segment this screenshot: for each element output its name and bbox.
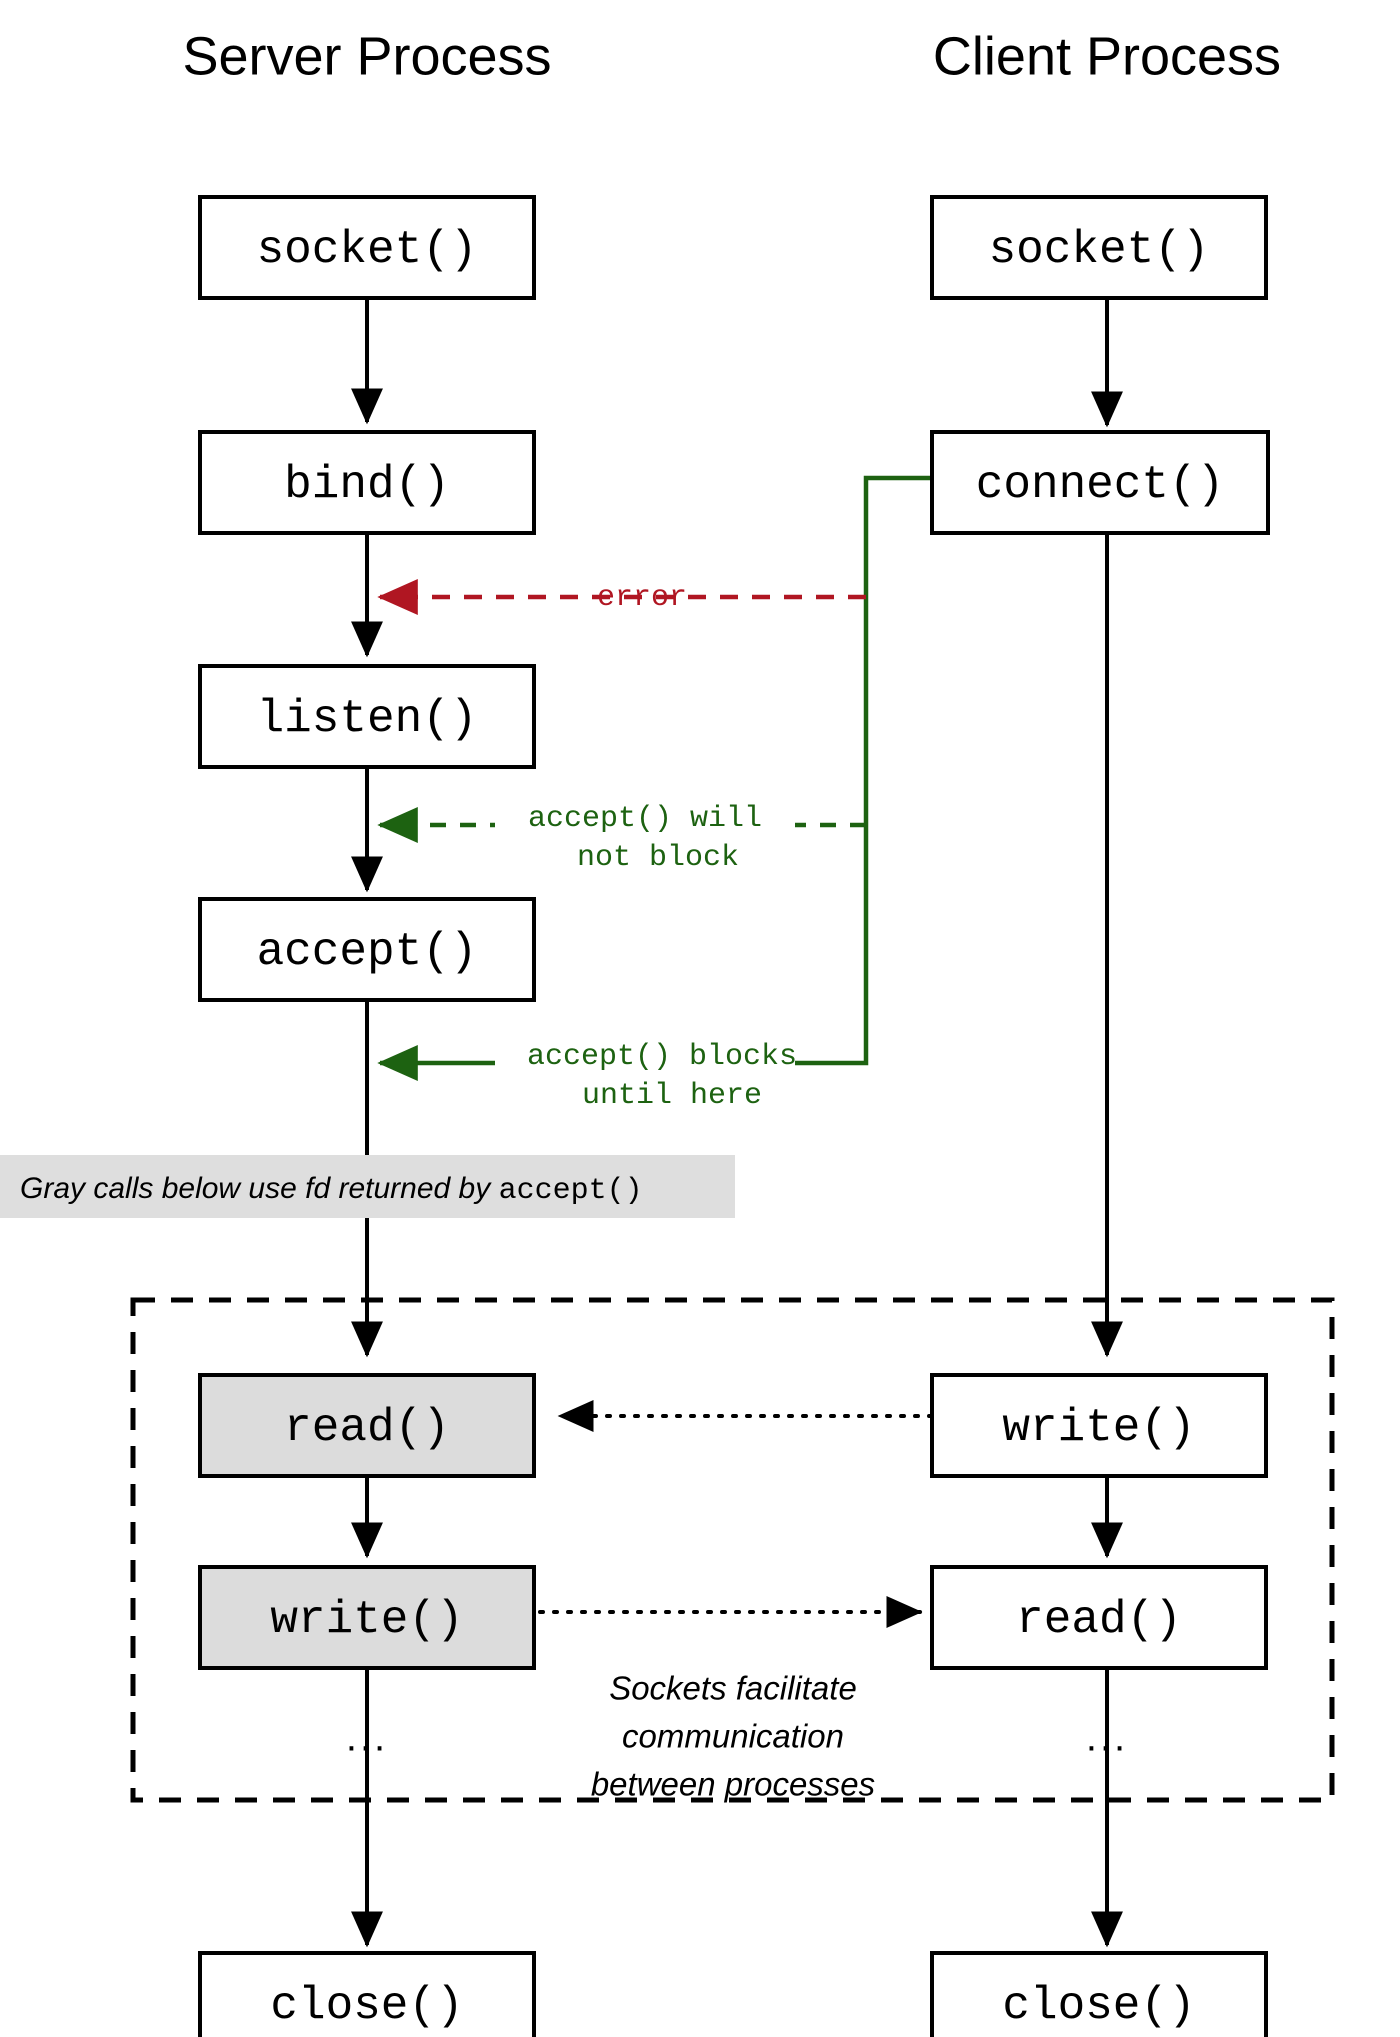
- client-box-write[interactable]: write(): [930, 1373, 1268, 1478]
- server-box-bind[interactable]: bind(): [198, 430, 536, 535]
- accept-nonblock-label-line1: accept() will: [528, 802, 762, 836]
- server-box-accept-label: accept(): [257, 926, 478, 978]
- gray-fd-note-italic-part: Gray calls below use fd returned by: [20, 1172, 499, 1205]
- error-label: error: [597, 581, 687, 615]
- gray-fd-note-mono-part: accept(): [499, 1174, 643, 1208]
- accept-nonblock-label-line2: not block: [577, 841, 739, 875]
- client-column-title: Client Process: [933, 26, 1281, 86]
- accept-blocks-label-line1: accept() blocks: [527, 1040, 797, 1074]
- server-box-read[interactable]: read(): [198, 1373, 536, 1478]
- client-box-read[interactable]: read(): [930, 1565, 1268, 1670]
- client-box-socket[interactable]: socket(): [930, 195, 1268, 300]
- server-box-write[interactable]: write(): [198, 1565, 536, 1670]
- server-column-title: Server Process: [182, 26, 551, 86]
- client-box-connect-label: connect(): [976, 459, 1224, 511]
- server-box-listen[interactable]: listen(): [198, 664, 536, 769]
- server-box-listen-label: listen(): [257, 693, 478, 745]
- server-box-close[interactable]: close(): [198, 1951, 536, 2037]
- server-box-write-label: write(): [270, 1594, 463, 1646]
- server-box-read-label: read(): [284, 1402, 450, 1454]
- client-box-read-label: read(): [1016, 1594, 1182, 1646]
- gray-fd-note: Gray calls below use fd returned by acce…: [0, 1155, 735, 1218]
- diagram-canvas: Server Process Client Process accept() w…: [0, 0, 1400, 2037]
- client-ellipsis: ...: [1086, 1716, 1128, 1760]
- client-box-socket-label: socket(): [989, 224, 1210, 276]
- sockets-note-line1: Sockets facilitate: [609, 1670, 857, 1707]
- accept-blocks-label-line2: until here: [582, 1079, 762, 1113]
- client-box-close[interactable]: close(): [930, 1951, 1268, 2037]
- server-box-close-label: close(): [270, 1980, 463, 2032]
- server-box-socket-label: socket(): [257, 224, 478, 276]
- server-box-bind-label: bind(): [284, 459, 450, 511]
- socket-api-flow-diagram: Server Process Client Process accept() w…: [0, 0, 1400, 2037]
- client-box-connect[interactable]: connect(): [930, 430, 1270, 535]
- gray-fd-note-text: Gray calls below use fd returned by acce…: [20, 1172, 643, 1208]
- client-box-write-label: write(): [1002, 1402, 1195, 1454]
- sockets-note-line3: between processes: [591, 1766, 875, 1803]
- sockets-note-line2: communication: [622, 1718, 844, 1755]
- server-box-socket[interactable]: socket(): [198, 195, 536, 300]
- server-box-accept[interactable]: accept(): [198, 897, 536, 1002]
- server-ellipsis: ...: [346, 1716, 388, 1760]
- client-box-close-label: close(): [1002, 1980, 1195, 2032]
